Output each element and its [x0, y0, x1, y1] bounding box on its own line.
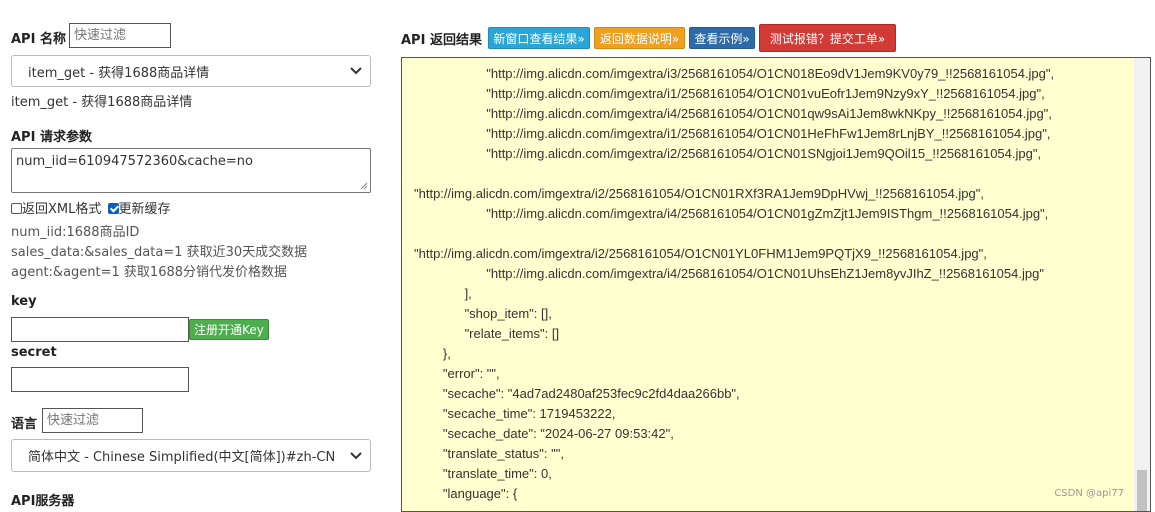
- secret-label: secret: [11, 345, 57, 360]
- api-select-value: item_get - 获得1688商品详情: [28, 65, 210, 81]
- lang-label: 语言: [11, 417, 38, 432]
- key-label: key: [11, 294, 37, 309]
- code-line: "http://img.alicdn.com/imgextra/i4/25681…: [414, 266, 1044, 281]
- code-line: "shop_item": [],: [414, 306, 552, 321]
- lang-select-value: 简体中文 - Chinese Simplified(中文[简体])#zh-CN: [28, 450, 336, 465]
- code-line: "http://img.alicdn.com/imgextra/i1/25681…: [414, 86, 1045, 101]
- code-line: "secache": "4ad7ad2480af253fec9c2fd4daa2…: [414, 386, 740, 401]
- code-line: "language": {: [414, 486, 518, 501]
- api-name-label: API 名称: [11, 32, 66, 47]
- chevron-down-icon: [350, 67, 362, 75]
- code-line: "http://img.alicdn.com/imgextra/i3/25681…: [414, 66, 1055, 81]
- api-select[interactable]: item_get - 获得1688商品详情: [11, 55, 371, 87]
- key-input[interactable]: [11, 317, 189, 342]
- return-doc-button[interactable]: 返回数据说明»: [594, 27, 685, 49]
- resize-handle-icon: [360, 182, 368, 190]
- checkbox-row: 返回XML格式 更新缓存: [11, 198, 171, 217]
- example-button[interactable]: 查看示例»: [689, 27, 755, 49]
- code-line: ],: [414, 286, 472, 301]
- code-line: "http://img.alicdn.com/imgextra/i4/25681…: [414, 106, 1052, 121]
- chevron-down-icon: [350, 451, 362, 459]
- params-label: API 请求参数: [11, 130, 92, 145]
- params-value: num_iid=610947572360&cache=no: [16, 154, 253, 169]
- result-scrollbar[interactable]: [1134, 58, 1150, 511]
- code-line: "error": "",: [414, 366, 500, 381]
- secret-input[interactable]: [11, 367, 189, 392]
- report-bug-button[interactable]: 测试报错？提交工单»: [759, 24, 896, 52]
- code-line: "secache_date": "2024-06-27 09:53:42",: [414, 426, 674, 441]
- lang-filter-input[interactable]: [42, 408, 143, 433]
- code-line: },: [414, 346, 451, 361]
- param-help: num_iid:1688商品ID sales_data:&sales_data=…: [11, 223, 307, 283]
- watermark: CSDN @api77: [1054, 488, 1124, 499]
- xml-checkbox-label: 返回XML格式: [22, 202, 102, 217]
- register-key-button[interactable]: 注册开通Key: [189, 319, 269, 340]
- code-line: "http://img.alicdn.com/imgextra/i2/25681…: [414, 146, 1042, 161]
- param-help-line: num_iid:1688商品ID: [11, 225, 140, 240]
- result-label: API 返回结果: [401, 33, 482, 48]
- cache-checkbox-label: 更新缓存: [118, 202, 171, 217]
- xml-checkbox[interactable]: [11, 203, 22, 214]
- server-label: API服务器: [11, 494, 75, 509]
- new-window-button[interactable]: 新窗口查看结果»: [488, 27, 590, 49]
- code-line: "relate_items": []: [414, 326, 560, 341]
- code-line: "http://img.alicdn.com/imgextra/i4/25681…: [414, 206, 1049, 221]
- code-line: "http://img.alicdn.com/imgextra/i1/25681…: [414, 126, 1051, 141]
- code-line: "translate_time": 0,: [414, 466, 552, 481]
- code-line: "secache_time": 1719453222,: [414, 406, 616, 421]
- lang-select[interactable]: 简体中文 - Chinese Simplified(中文[简体])#zh-CN: [11, 439, 371, 472]
- cache-checkbox[interactable]: [107, 203, 119, 214]
- param-help-line: agent:&agent=1 获取1688分销代发价格数据: [11, 265, 288, 280]
- api-description: item_get - 获得1688商品详情: [11, 95, 193, 110]
- params-textarea[interactable]: num_iid=610947572360&cache=no: [11, 148, 371, 193]
- code-line: "http://img.alicdn.com/imgextra/i2/25681…: [414, 246, 987, 261]
- api-filter-input[interactable]: [69, 23, 171, 48]
- code-line: "http://img.alicdn.com/imgextra/i2/25681…: [414, 186, 984, 201]
- result-panel[interactable]: "http://img.alicdn.com/imgextra/i3/25681…: [401, 57, 1151, 512]
- scroll-thumb[interactable]: [1137, 470, 1147, 511]
- param-help-line: sales_data:&sales_data=1 获取近30天成交数据: [11, 245, 308, 260]
- code-line: "translate_status": "",: [414, 446, 564, 461]
